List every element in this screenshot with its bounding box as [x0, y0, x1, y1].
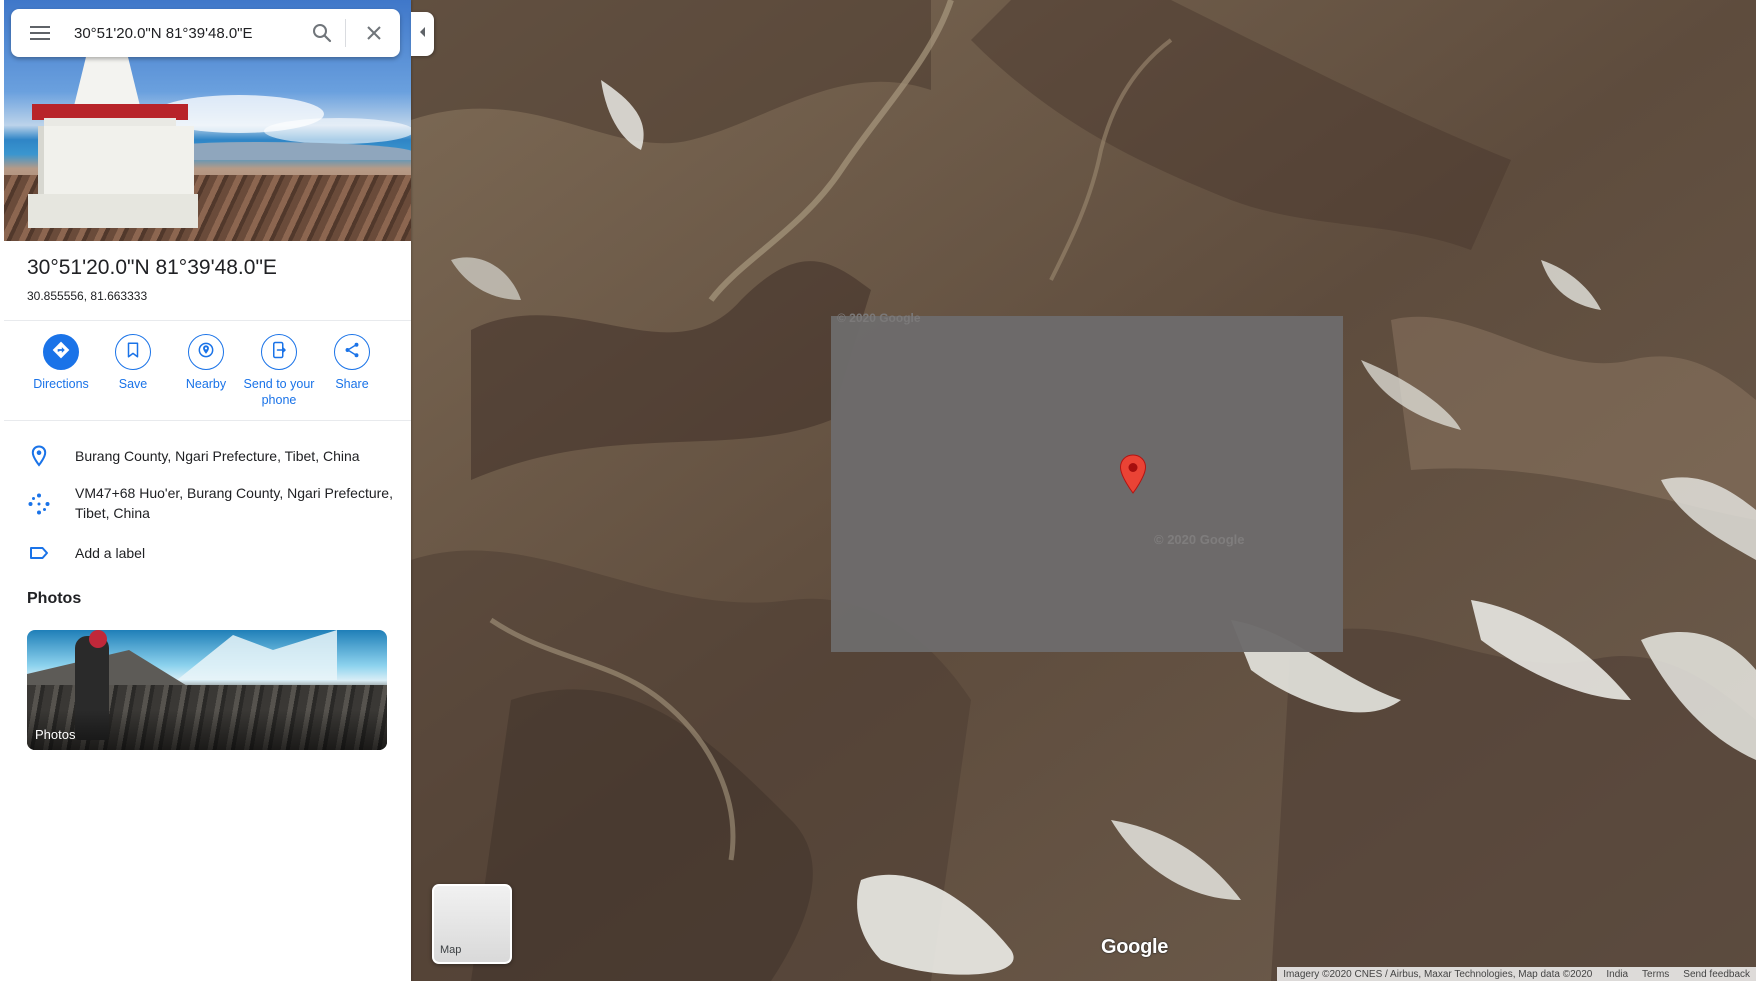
share-label: Share — [335, 377, 369, 391]
tile-watermark: © 2020 Google — [837, 311, 921, 325]
search-box — [11, 9, 400, 57]
location-marker-icon[interactable] — [1119, 454, 1147, 494]
tile-watermark: © 2020 Google — [1154, 532, 1245, 547]
directions-icon — [51, 340, 71, 365]
add-label-row[interactable]: Add a label — [0, 540, 411, 566]
country-link[interactable]: India — [1606, 969, 1628, 980]
maps-app: 30°51'20.0"N 81°39'48.0"E 30.855556, 81.… — [0, 0, 1756, 981]
address-row[interactable]: Burang County, Ngari Prefecture, Tibet, … — [0, 443, 411, 469]
page-title: 30°51'20.0"N 81°39'48.0"E — [27, 256, 277, 279]
unloaded-map-tile — [831, 316, 1343, 652]
directions-button[interactable]: Directions — [25, 334, 97, 392]
nearby-icon — [196, 340, 216, 365]
share-icon — [343, 341, 361, 364]
nearby-label: Nearby — [185, 377, 227, 391]
nearby-button[interactable]: Nearby — [170, 334, 242, 392]
directions-label: Directions — [33, 377, 89, 391]
decimal-coordinates: 30.855556, 81.663333 — [27, 289, 148, 303]
imagery-attribution: Imagery ©2020 CNES / Airbus, Maxar Techn… — [1283, 968, 1593, 980]
collapse-panel-button[interactable] — [411, 12, 434, 56]
place-panel: 30°51'20.0"N 81°39'48.0"E 30.855556, 81.… — [0, 0, 411, 981]
send-to-phone-icon — [270, 341, 288, 364]
search-input[interactable] — [74, 21, 304, 45]
search-divider — [345, 19, 346, 47]
layer-toggle-label: Map — [440, 944, 462, 956]
terms-link[interactable]: Terms — [1642, 969, 1669, 980]
location-pin-icon — [27, 444, 51, 468]
close-icon[interactable] — [362, 21, 386, 45]
divider — [4, 320, 411, 321]
send-to-phone-label: Send to your phone — [243, 377, 315, 407]
bookmark-icon — [124, 341, 142, 364]
save-label: Save — [118, 377, 148, 391]
label-icon — [27, 541, 51, 565]
plus-code-text: VM47+68 Huo'er, Burang County, Ngari Pre… — [75, 485, 393, 521]
divider — [4, 420, 411, 421]
plus-code-row[interactable]: VM47+68 Huo'er, Burang County, Ngari Pre… — [0, 481, 411, 527]
add-label-text: Add a label — [75, 545, 146, 561]
photos-heading: Photos — [27, 590, 82, 607]
photos-card-label: Photos — [35, 727, 76, 742]
address-text: Burang County, Ngari Prefecture, Tibet, … — [75, 448, 360, 464]
plus-code-icon — [27, 492, 51, 516]
menu-icon[interactable] — [28, 23, 52, 43]
satellite-map[interactable]: © 2020 Google © 2020 Google Map Google I… — [411, 0, 1756, 981]
chevron-left-icon — [418, 25, 428, 43]
map-attribution-bar: Imagery ©2020 CNES / Airbus, Maxar Techn… — [1277, 967, 1756, 981]
send-feedback-link[interactable]: Send feedback — [1683, 969, 1750, 980]
share-button[interactable]: Share — [316, 334, 388, 392]
google-logo: Google — [1101, 936, 1169, 958]
photos-card[interactable]: Photos — [27, 630, 387, 750]
map-layer-toggle[interactable]: Map — [432, 884, 512, 964]
send-to-phone-button[interactable]: Send to your phone — [243, 334, 315, 408]
save-button[interactable]: Save — [97, 334, 169, 392]
search-icon[interactable] — [310, 21, 334, 45]
